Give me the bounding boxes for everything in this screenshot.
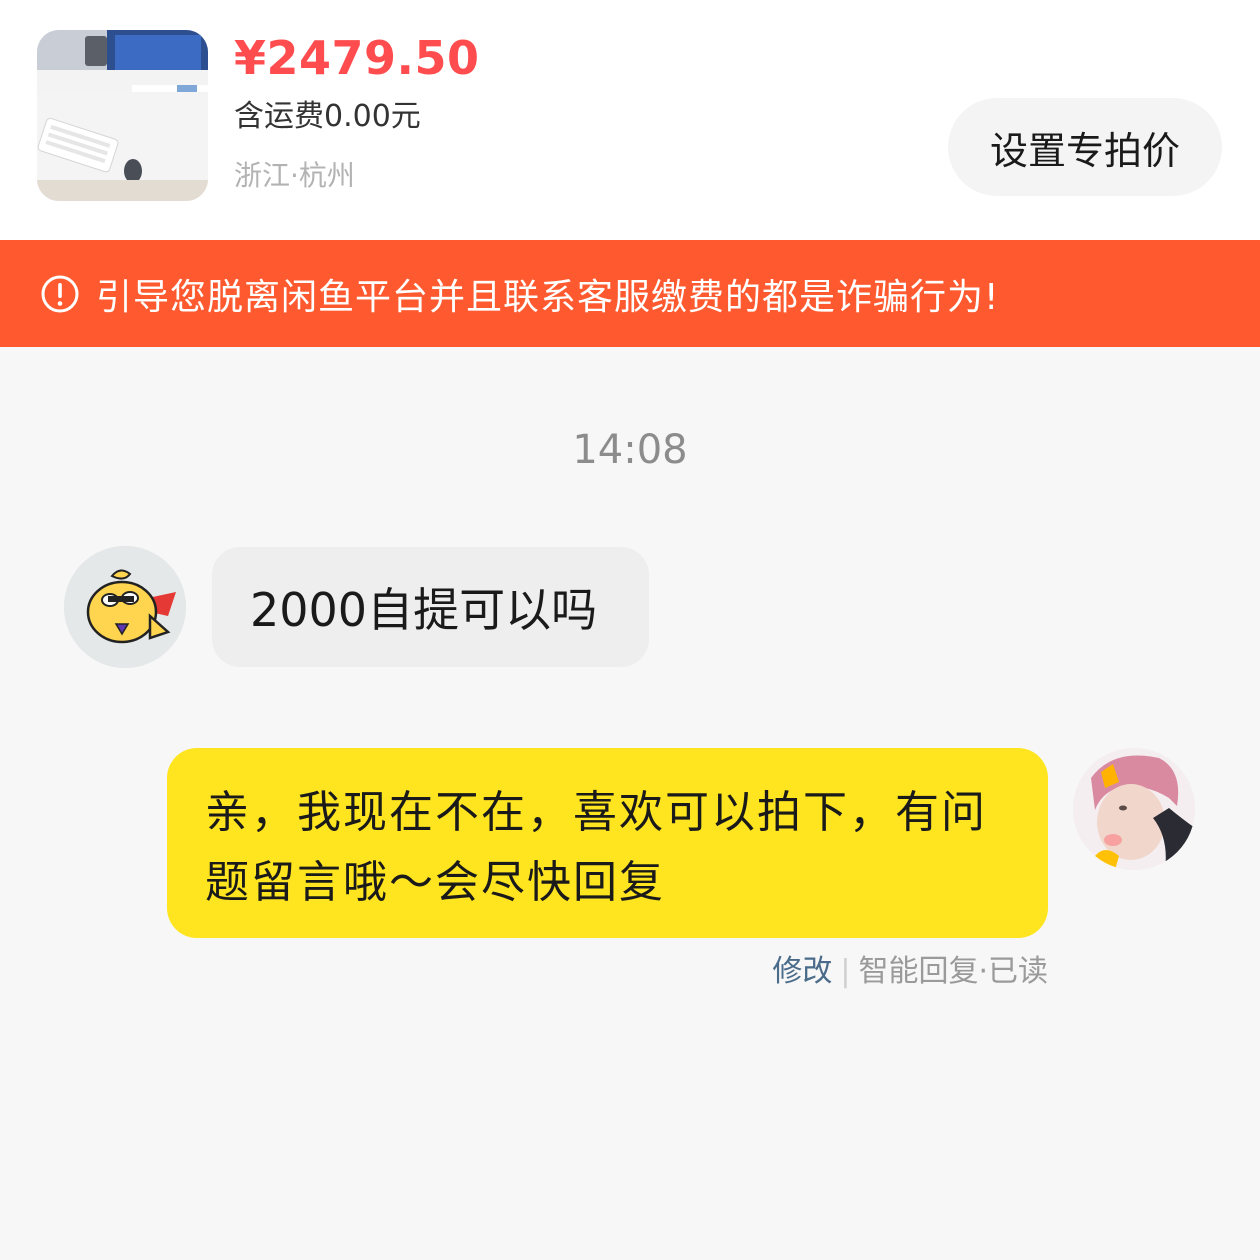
chat-timestamp: 14:08 <box>572 427 688 473</box>
desk-setup-photo <box>37 30 208 201</box>
user-selfie-avatar <box>1073 748 1195 870</box>
product-location: 浙江·杭州 <box>234 159 355 192</box>
outgoing-message-text: 亲，我现在不在，喜欢可以拍下，有问题留言哦～会尽快回复 <box>205 787 987 908</box>
seller-avatar[interactable] <box>1073 748 1195 870</box>
fraud-warning-text: 引导您脱离闲鱼平台并且联系客服缴费的都是诈骗行为! <box>96 276 1000 318</box>
outgoing-message-bubble[interactable]: 亲，我现在不在，喜欢可以拍下，有问题留言哦～会尽快回复 <box>167 748 1048 938</box>
meta-separator: | <box>840 954 851 989</box>
buyer-avatar[interactable] <box>64 546 186 668</box>
fraud-warning-bar[interactable]: 引导您脱离闲鱼平台并且联系客服缴费的都是诈骗行为! <box>0 240 1260 347</box>
product-header: ¥2479.50 含运费0.00元 浙江·杭州 设置专拍价 <box>0 0 1260 240</box>
set-special-price-button[interactable]: 设置专拍价 <box>948 98 1222 196</box>
read-status: 智能回复·已读 <box>858 954 1048 989</box>
edit-reply-link[interactable]: 修改 <box>772 954 832 989</box>
exclamation-circle-icon <box>41 275 79 312</box>
message-meta: 修改 | 智能回复·已读 <box>772 952 1048 992</box>
product-thumbnail[interactable] <box>37 30 208 201</box>
incoming-message-bubble[interactable]: 2000自提可以吗 <box>212 547 649 667</box>
shipping-fee: 含运费0.00元 <box>234 99 421 134</box>
product-price: ¥2479.50 <box>234 31 480 85</box>
incoming-message-text: 2000自提可以吗 <box>250 583 598 637</box>
chat-page: ¥2479.50 含运费0.00元 浙江·杭州 设置专拍价 引导您脱离闲鱼平台并… <box>0 0 1260 1260</box>
cartoon-fish-avatar <box>64 546 186 668</box>
